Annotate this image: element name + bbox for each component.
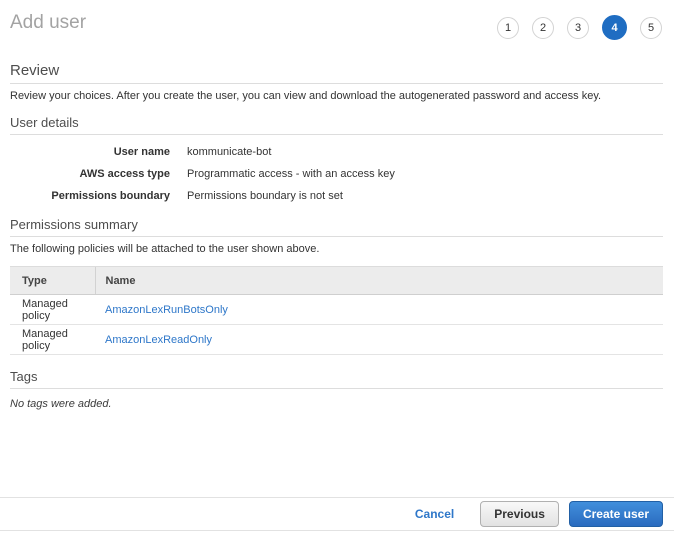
review-description: Review your choices. After you create th… <box>10 90 602 102</box>
column-header-type: Type <box>10 266 95 295</box>
step-indicator-1: 1 <box>497 16 519 39</box>
cancel-link[interactable]: Cancel <box>415 507 454 521</box>
detail-label: Permissions boundary <box>51 190 170 202</box>
policy-link-amazonlexreadonly[interactable]: AmazonLexReadOnly <box>105 334 212 346</box>
detail-row-user-name: User name kommunicate-bot <box>10 146 663 159</box>
step-indicator-2: 2 <box>532 16 554 39</box>
user-details-list: User name kommunicate-bot AWS access typ… <box>10 146 663 203</box>
table-row: Managed policy AmazonLexReadOnly <box>10 324 663 355</box>
policy-type-cell: Managed policy <box>10 324 95 355</box>
detail-label: User name <box>113 146 170 158</box>
table-row: Managed policy AmazonLexRunBotsOnly <box>10 294 663 325</box>
table-header-row: Type Name <box>10 266 663 295</box>
detail-row-permissions-boundary: Permissions boundary Permissions boundar… <box>10 190 663 203</box>
permissions-summary-heading: Permissions summary <box>10 217 663 237</box>
detail-label: AWS access type <box>79 168 171 180</box>
previous-button[interactable]: Previous <box>480 501 559 527</box>
wizard-footer: Cancel Previous Create user <box>0 497 674 531</box>
attached-policies-table: Type Name Managed policy AmazonLexRunBot… <box>10 266 663 355</box>
review-heading: Review <box>10 62 663 84</box>
add-user-wizard: Add user 1 2 3 4 5 Review Review your ch… <box>0 0 674 535</box>
detail-value: kommunicate-bot <box>187 146 272 158</box>
permissions-summary-description: The following policies will be attached … <box>10 243 320 255</box>
wizard-step-indicator: 1 2 3 4 5 <box>497 15 662 40</box>
tags-heading: Tags <box>10 369 663 389</box>
column-header-name: Name <box>94 266 663 295</box>
policy-type-cell: Managed policy <box>10 294 95 325</box>
policy-link-amazonlexrunbotsonly[interactable]: AmazonLexRunBotsOnly <box>105 304 228 316</box>
detail-row-access-type: AWS access type Programmatic access - wi… <box>10 168 663 181</box>
user-details-heading: User details <box>10 115 663 135</box>
detail-value: Programmatic access - with an access key <box>187 168 395 180</box>
step-indicator-4-active: 4 <box>602 15 627 40</box>
tags-empty-message: No tags were added. <box>10 398 112 410</box>
create-user-button[interactable]: Create user <box>568 501 663 527</box>
detail-value: Permissions boundary is not set <box>187 190 343 202</box>
step-indicator-5: 5 <box>640 16 662 39</box>
step-indicator-3: 3 <box>567 16 589 39</box>
